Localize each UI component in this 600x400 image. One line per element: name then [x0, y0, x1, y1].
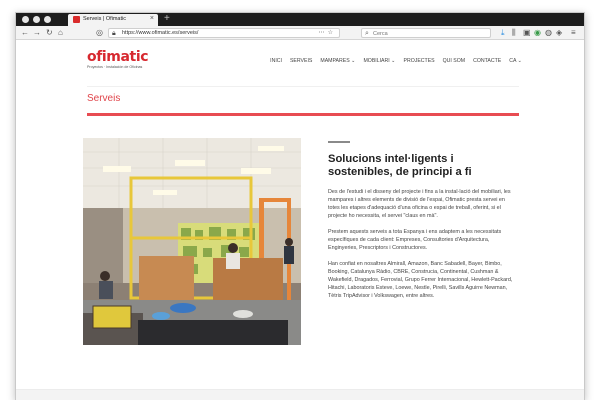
nav-item-qui-som[interactable]: QUI SOM — [443, 58, 465, 64]
intro-paragraph: Des de l'estudi i el disseny del project… — [328, 189, 511, 219]
address-bar[interactable]: 🔒︎ https://www.ofimatic.es/serveis/ ⋯☆ — [108, 28, 340, 38]
navigation-toolbar: ← → ↻ ⌂ ◎ 🔒︎ https://www.ofimatic.es/ser… — [16, 26, 584, 40]
section-heading: Solucions intel·ligents i sostenibles, d… — [328, 153, 472, 178]
coverage-paragraph: Prestem aquests serveis a tota Espanya i… — [328, 229, 502, 251]
desktop-background: Serveis | Ofimatic × + ← → ↻ ⌂ ◎ 🔒︎ http… — [0, 0, 600, 400]
library-icon[interactable]: ⫼ — [512, 28, 516, 38]
url-text[interactable]: https://www.ofimatic.es/serveis/ — [122, 30, 198, 36]
minimize-window-icon[interactable] — [33, 16, 40, 23]
home-icon[interactable]: ⌂ — [58, 28, 63, 38]
tab-close-icon[interactable]: × — [150, 15, 154, 22]
logo-tagline: Proyectos · Instalación de Oficinas — [87, 65, 143, 69]
accent-rule — [87, 113, 519, 116]
browser-window: Serveis | Ofimatic × + ← → ↻ ⌂ ◎ 🔒︎ http… — [15, 12, 585, 400]
web-page: ofimatic Proyectos · Instalación de Ofic… — [16, 41, 584, 400]
page-banner: Serveis — [87, 86, 519, 116]
back-arrow-icon[interactable]: ← — [21, 28, 29, 38]
language-selector[interactable]: CA ⌄ — [509, 58, 522, 64]
nav-item-inici[interactable]: INICI — [270, 58, 282, 64]
logo-wordmark: ofimatic — [87, 49, 149, 65]
extension-icon[interactable]: ◉ — [534, 28, 541, 38]
services-text-column: Solucions intel·ligents i sostenibles, d… — [328, 141, 513, 308]
menu-icon[interactable]: ≡ — [571, 28, 576, 38]
sidebar-icon[interactable]: ▣ — [523, 28, 531, 38]
sync-icon[interactable]: ◍ — [545, 28, 552, 38]
search-input[interactable] — [373, 30, 483, 37]
addon-icon[interactable]: ◈ — [556, 28, 562, 38]
divider — [87, 86, 519, 87]
close-window-icon[interactable] — [22, 16, 29, 23]
title-bar: Serveis | Ofimatic × + — [16, 13, 584, 26]
page-footer — [16, 389, 584, 400]
new-tab-button[interactable]: + — [164, 13, 170, 25]
lock-icon: 🔒︎ — [112, 30, 116, 37]
nav-item-contacte[interactable]: CONTACTE — [473, 58, 501, 64]
nav-item-projectes[interactable]: PROJECTES — [404, 58, 435, 64]
site-logo[interactable]: ofimatic Proyectos · Instalación de Ofic… — [87, 49, 149, 69]
browser-tab[interactable]: Serveis | Ofimatic × — [68, 14, 158, 26]
maximize-window-icon[interactable] — [44, 16, 51, 23]
page-actions-icon[interactable]: ⋯☆ — [319, 29, 336, 38]
nav-item-mobiliari[interactable]: MOBILIARI ⌄ — [363, 58, 395, 64]
site-favicon-icon — [73, 16, 80, 23]
nav-item-serveis[interactable]: SERVEIS — [290, 58, 312, 64]
forward-arrow-icon[interactable]: → — [33, 28, 41, 38]
heading-accent-line — [328, 141, 350, 143]
search-icon: ⌕ — [365, 30, 369, 37]
clients-paragraph: Han confiat en nosaltres Almirall, Amazo… — [328, 261, 513, 299]
main-navigation: INICI SERVEIS MAMPARES ⌄ MOBILIARI ⌄ PRO… — [270, 58, 522, 64]
shield-icon[interactable]: ◎ — [96, 28, 103, 38]
page-title: Serveis — [87, 93, 121, 104]
search-bar[interactable]: ⌕ — [361, 28, 491, 38]
nav-item-mampares[interactable]: MAMPARES ⌄ — [320, 58, 355, 64]
office-interior-photo — [83, 138, 301, 345]
reload-icon[interactable]: ↻ — [46, 28, 53, 38]
download-icon[interactable]: ⤓ — [501, 28, 505, 38]
tab-title: Serveis | Ofimatic — [83, 16, 126, 22]
